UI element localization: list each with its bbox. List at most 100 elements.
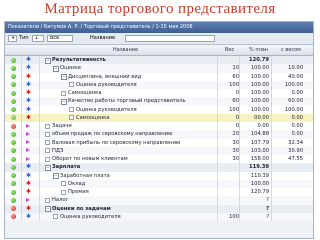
column-fact[interactable]: с весом xyxy=(281,45,301,55)
cell-fact xyxy=(273,180,303,188)
flag-icon xyxy=(26,197,30,202)
cell-divider xyxy=(239,212,240,221)
cell-fact: 0.00 xyxy=(291,90,303,96)
table-row[interactable]: ✱ Оценка руководителя 100 100.00 100.00 xyxy=(5,80,313,89)
cell-divider xyxy=(217,130,218,139)
table-row[interactable]: ✱ − Оценки по задачам? xyxy=(5,204,313,213)
item-icon xyxy=(45,197,50,203)
status-green-icon xyxy=(11,82,16,88)
status-green-icon xyxy=(11,107,16,112)
collapse-toggle-icon[interactable]: − xyxy=(45,57,51,64)
table-row[interactable]: ✱ − Зарплата 119.39 xyxy=(5,163,313,172)
cell-weight: 30 xyxy=(232,156,239,162)
cell-divider xyxy=(239,171,240,180)
cell-plan: 100.00 xyxy=(250,65,269,72)
cell-divider xyxy=(21,204,22,213)
star-icon: ✱ xyxy=(26,105,32,113)
table-row[interactable]: ✱ Самооценка 0 100.00 0.00 xyxy=(5,89,313,98)
cell-weight xyxy=(219,180,239,188)
cell-plan: 100.00 xyxy=(250,98,269,105)
cell-divider xyxy=(217,204,218,213)
cell-divider xyxy=(39,130,40,139)
table-row[interactable]: ✱ Оклад 100.00 xyxy=(5,179,313,188)
status-green-icon xyxy=(11,57,16,63)
cell-divider xyxy=(217,188,218,197)
table-row[interactable]: ✱ Самооценка 0 00.00 0.00 xyxy=(5,113,313,122)
cell-fact xyxy=(273,196,303,204)
column-plan[interactable]: % план xyxy=(249,45,268,55)
cell-divider xyxy=(271,122,272,131)
table-row[interactable]: Налог? xyxy=(5,196,313,205)
cell-weight: 0 xyxy=(235,114,239,121)
cell-plan: ? xyxy=(266,213,269,220)
table-row[interactable]: ✱ − Результативность 120.79 xyxy=(5,56,313,65)
indicator-name: объем продаж по серовскому направлению xyxy=(52,131,173,138)
cell-divider xyxy=(239,196,240,205)
cell-divider xyxy=(271,155,272,164)
collapse-toggle-icon[interactable]: − xyxy=(61,74,67,81)
status-green-icon xyxy=(11,90,16,96)
cell-divider xyxy=(21,212,22,221)
table-row[interactable]: ПДЗ 30 103.00 30.90 xyxy=(5,146,313,155)
cell-divider xyxy=(239,72,240,81)
collapse-toggle-icon[interactable]: − xyxy=(53,66,59,73)
cell-fact xyxy=(273,172,303,180)
cell-weight: 60 xyxy=(232,98,239,105)
cell-divider xyxy=(21,113,22,122)
cell-divider xyxy=(217,212,218,221)
cell-divider xyxy=(271,80,272,89)
cell-weight: 100 xyxy=(229,81,239,88)
flag-icon xyxy=(26,148,30,153)
cell-fact xyxy=(273,205,303,213)
filter-select[interactable]: Все xyxy=(47,35,73,42)
cell-fact xyxy=(273,213,303,221)
cell-fact: 10.00 xyxy=(288,65,303,72)
search-input[interactable] xyxy=(125,35,215,42)
type-select[interactable]: 1 xyxy=(32,35,44,42)
cell-fact xyxy=(273,188,303,196)
table-row[interactable]: ✱ − Дисциплина, внешний вид 60 100.00 40.00 xyxy=(5,72,313,81)
collapse-toggle-icon[interactable]: − xyxy=(61,99,67,106)
table-row[interactable]: объем продаж по серовскому направлению 20… xyxy=(5,130,313,139)
cell-divider xyxy=(271,130,272,139)
table-row[interactable]: ✱ − Оценки 10 100.00 10.00 xyxy=(5,64,313,73)
cell-plan: 158.00 xyxy=(250,156,269,162)
table-row[interactable]: ✱ − Качество работы торговый представитель… xyxy=(5,97,313,106)
item-icon xyxy=(45,140,50,145)
cell-weight: 100 xyxy=(229,213,239,220)
cell-divider xyxy=(271,72,272,81)
cell-divider xyxy=(21,122,22,131)
collapse-toggle-icon[interactable]: − xyxy=(53,173,59,180)
cell-weight xyxy=(219,188,239,196)
status-red-icon xyxy=(11,123,16,129)
table-row[interactable]: ✱ Оценка руководителя 100? xyxy=(5,212,313,221)
cell-divider xyxy=(239,56,240,65)
table-row[interactable]: Оборот по новым клиентам 30 158.00 47.55 xyxy=(5,155,313,164)
table-row[interactable]: Задачи 0 0.00 0.00 xyxy=(5,122,313,131)
cell-divider xyxy=(39,64,40,73)
cell-divider xyxy=(239,64,240,73)
cell-divider xyxy=(239,155,240,164)
cell-divider xyxy=(39,155,40,164)
cell-plan: 100.00 xyxy=(250,81,269,88)
table-row[interactable]: ✱ Премия 120.79 xyxy=(5,188,313,197)
status-green-icon xyxy=(11,189,16,195)
table-row[interactable]: ✱ − Заработная плата 110.39 xyxy=(5,171,313,180)
star-icon: ✱ xyxy=(26,204,32,212)
table-row[interactable]: ✱ Оценка руководителя 100 100.00 100.00 xyxy=(5,105,313,114)
column-weight[interactable]: Вес xyxy=(225,45,234,55)
cell-weight: 10 xyxy=(232,65,239,72)
indicator-name: Премия xyxy=(68,189,89,195)
cell-divider xyxy=(271,56,272,65)
expand-all-button[interactable]: + xyxy=(8,35,17,42)
collapse-toggle-icon[interactable]: − xyxy=(45,206,51,213)
indicator-name: Оценки по задачам xyxy=(52,205,111,212)
indicator-name: Самооценка xyxy=(68,90,102,96)
cell-divider xyxy=(217,163,218,172)
table-row[interactable]: Валовая прибыль по серовскому направлени… xyxy=(5,138,313,147)
column-name[interactable]: Название xyxy=(113,45,138,55)
collapse-toggle-icon[interactable]: − xyxy=(45,165,51,172)
cell-divider xyxy=(239,80,240,89)
cell-weight: 30 xyxy=(232,139,239,146)
cell-divider xyxy=(39,138,40,147)
